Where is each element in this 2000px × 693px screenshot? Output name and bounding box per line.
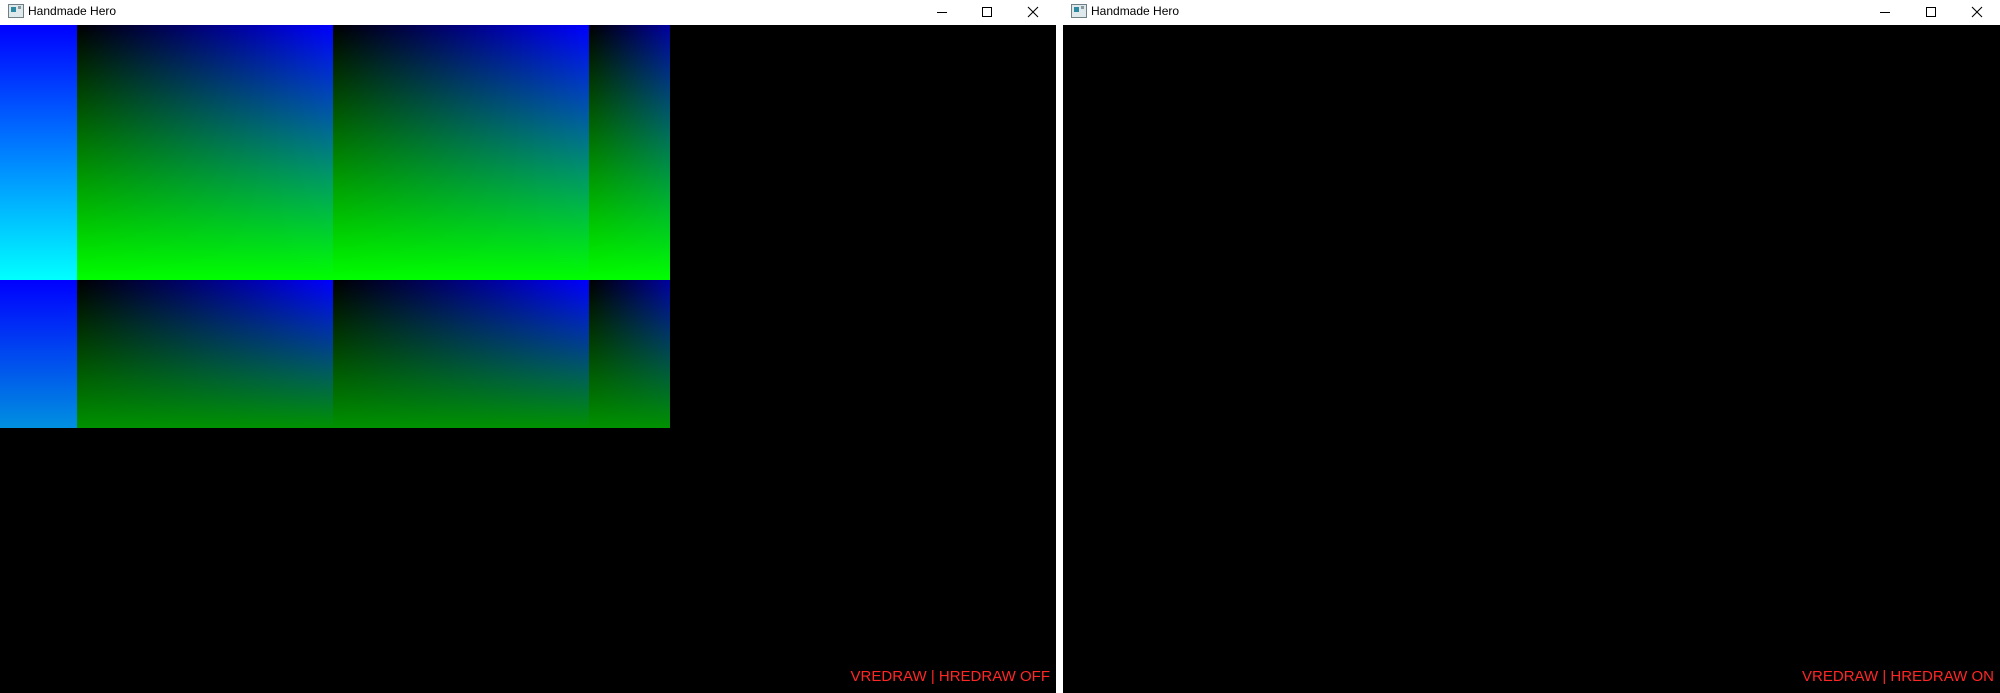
title-bar[interactable]: Handmade Hero [0,0,1056,26]
close-icon [1027,6,1039,18]
title-bar[interactable]: Handmade Hero [1063,0,2000,26]
maximize-icon [1925,6,1937,18]
app-icon[interactable] [1071,4,1087,18]
app-icon[interactable] [8,4,24,18]
close-button[interactable] [1954,0,2000,24]
gradient-tile [77,25,333,280]
close-button[interactable] [1010,0,1056,24]
maximize-icon [981,6,993,18]
minimize-icon [936,6,948,18]
close-icon [1971,6,1983,18]
gradient-tile [77,280,333,428]
minimize-button[interactable] [1862,0,1908,24]
redraw-status-text: VREDRAW | HREDRAW ON [1802,668,1994,685]
maximize-button[interactable] [1908,0,1954,24]
redraw-status-text: VREDRAW | HREDRAW OFF [850,668,1050,685]
gradient-tile [0,25,77,280]
minimize-button[interactable] [919,0,965,24]
window-right[interactable]: Handmade Hero VREDRAW | HREDRAW ON [1063,0,2000,693]
window-title: Handmade Hero [28,4,117,18]
gradient-tile [333,280,589,428]
maximize-button[interactable] [964,0,1010,24]
client-area[interactable]: VREDRAW | HREDRAW OFF [0,25,1056,693]
gradient-tile [589,25,670,280]
window-left[interactable]: Handmade Hero VREDRAW | HREDRAW OFF [0,0,1056,693]
window-gap [1056,0,1063,693]
minimize-icon [1879,6,1891,18]
client-area[interactable]: VREDRAW | HREDRAW ON [1063,25,2000,693]
window-title: Handmade Hero [1091,4,1180,18]
gradient-tile [0,280,77,428]
gradient-tile [333,25,589,280]
gradient-tile [589,280,670,428]
